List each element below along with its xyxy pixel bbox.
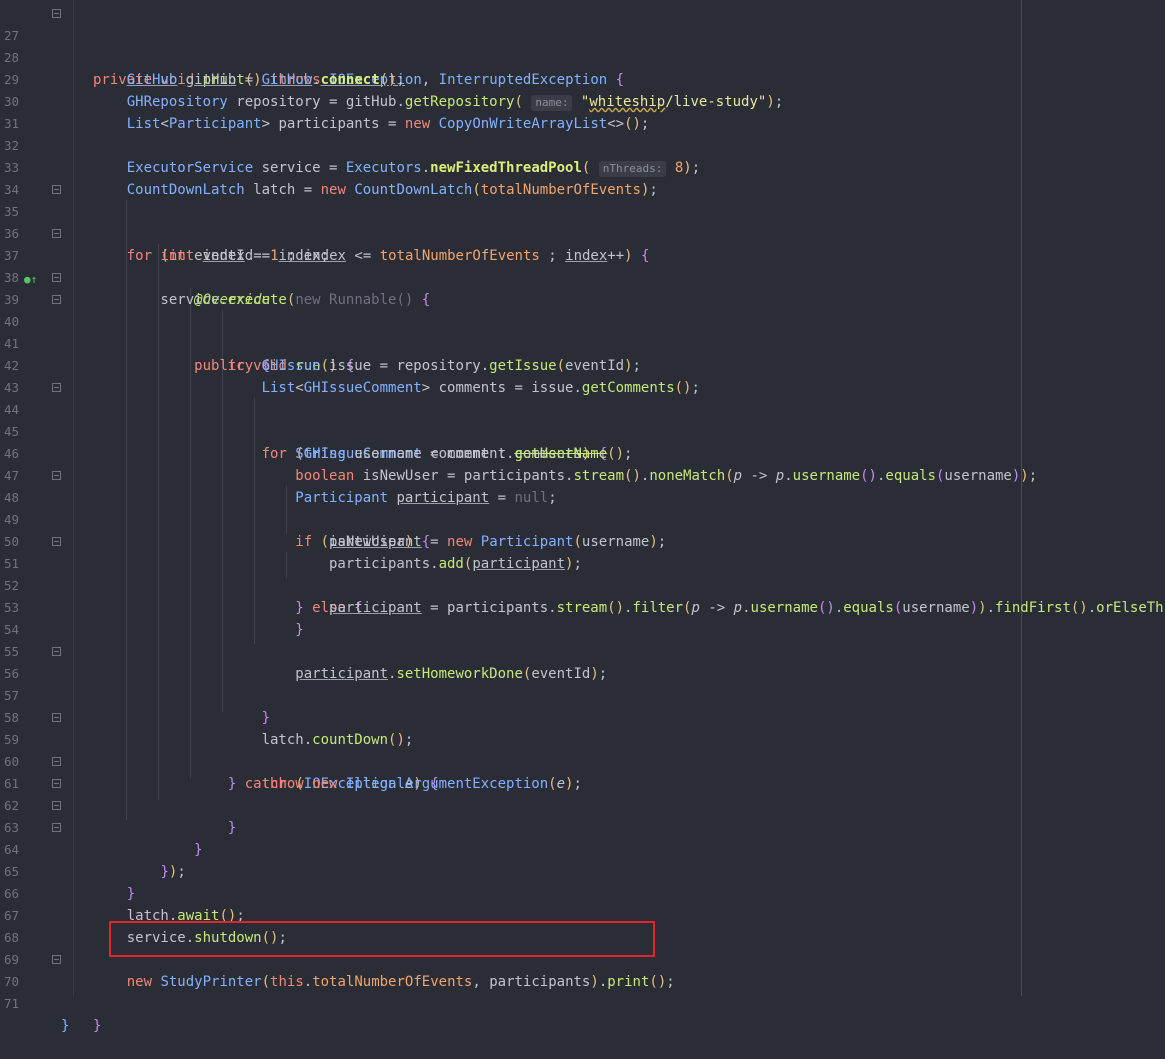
code-editor[interactable]: 27 private void print() throws IOExcepti… [0,0,1165,1034]
code-line[interactable]: 67 service.shutdown(); [0,883,1165,946]
code-line[interactable]: 60 throw new IllegalArgumentException(e)… [0,729,1165,792]
code-line[interactable]: 33 CountDownLatch latch = new CountDownL… [0,135,1165,198]
code-line[interactable]: 55 participant.setHomeworkDone(eventId); [0,619,1165,682]
fold-icon[interactable] [52,273,61,282]
code-line[interactable]: 64 } [0,817,1165,902]
fold-icon[interactable] [52,229,61,238]
fold-icon[interactable] [52,383,61,392]
code-line[interactable]: 53 } [0,575,1165,638]
code-line[interactable]: 35 for (int index = 1 ; index <= totalNu… [0,179,1165,264]
code-line[interactable]: 32 ExecutorService service = Executors.n… [0,113,1165,177]
code-text: } [93,1018,102,1034]
code-line[interactable]: 27 private void print() throws IOExcepti… [0,3,1165,88]
code-line[interactable]: 51 } else { [0,531,1165,616]
fold-icon[interactable] [52,295,61,304]
override-marker-icon[interactable]: ●↑ [24,269,37,291]
code-line[interactable]: 37 service.execute(new Runnable() { [0,223,1165,308]
highlight-box [109,921,655,957]
code-line[interactable]: 71 } [0,971,1165,1034]
code-line[interactable]: 46 boolean isNewUser = participants.stre… [0,421,1165,484]
code-line[interactable]: 47 Participant participant = null; [0,443,1165,506]
code-line[interactable]: 58 latch.countDown(); [0,685,1165,748]
fold-icon[interactable] [52,537,61,546]
fold-icon[interactable] [52,779,61,788]
fold-icon[interactable] [52,801,61,810]
code-line[interactable]: 61 } [0,751,1165,836]
code-line[interactable]: 50 participants.add(participant); [0,509,1165,572]
code-line[interactable]: 42 List<GHIssueComment> comments = issue… [0,333,1165,396]
fold-icon[interactable] [52,471,61,480]
code-line[interactable]: 31 [0,91,1165,131]
code-line[interactable]: 41 GHIssue issue = repository.getIssue(e… [0,311,1165,374]
code-text: } [61,1018,70,1034]
code-line[interactable]: 56 } [0,641,1165,726]
fold-icon[interactable] [52,955,61,964]
fold-icon[interactable] [52,823,61,832]
code-line[interactable]: 49 participant = new Participant(usernam… [0,487,1165,550]
code-line[interactable]: 66 latch.await(); [0,861,1165,924]
code-line[interactable]: 63 }); [0,795,1165,880]
fold-icon[interactable] [52,757,61,766]
code-line[interactable]: 39 ●↑ public void run() { [0,267,1165,374]
fold-icon[interactable] [52,713,61,722]
code-line[interactable]: 59 } catch (IOException e) { [0,707,1165,792]
line-number: 71 [4,996,20,1011]
fold-icon[interactable] [52,647,61,656]
fold-icon[interactable] [52,185,61,194]
code-line[interactable]: 36 int eventId = index; [0,201,1165,264]
code-line[interactable]: 29 GHRepository repository = gitHub.getR… [0,47,1165,111]
code-line[interactable]: 45 String username = comment.getUserName… [0,399,1165,462]
code-line[interactable]: 28 GitHub gitHub = GitHub.connect(); [0,25,1165,88]
code-line[interactable]: 30 List<Participant> participants = new … [0,69,1165,132]
code-line[interactable]: 52 participant = participants.stream().f… [0,553,1165,616]
code-line[interactable]: 54 [0,597,1165,637]
code-line[interactable]: 40 try { [0,289,1165,374]
code-line[interactable]: 43 [0,355,1165,395]
fold-icon[interactable] [52,9,61,18]
code-line[interactable]: 62 } [0,773,1165,858]
code-line[interactable]: 65 [0,839,1165,879]
code-line[interactable]: 48 if (isNewUser) { [0,465,1165,550]
code-line[interactable]: 34 [0,157,1165,197]
code-line[interactable]: 44 for (GHIssueComment comment : comment… [0,377,1165,462]
code-line[interactable]: 57 [0,663,1165,703]
code-line[interactable]: 38 @Override [0,245,1165,308]
